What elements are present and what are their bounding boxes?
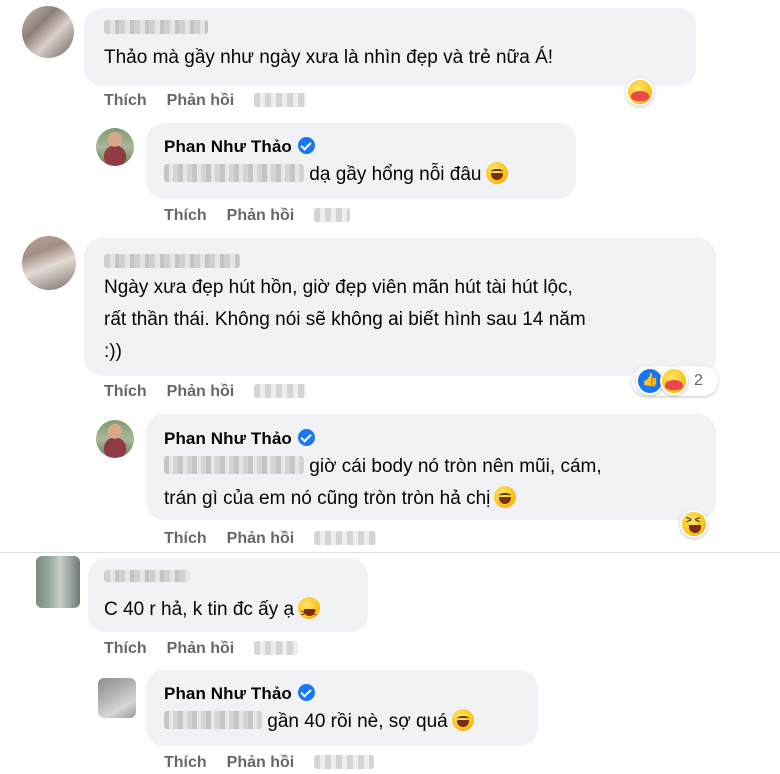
reply-link[interactable]: Phản hồi (227, 530, 295, 547)
haha-reaction-icon[interactable] (680, 510, 708, 538)
comment-actions: Thích Phản hồi (104, 92, 326, 110)
like-link[interactable]: Thích (164, 207, 207, 224)
commenter-avatar[interactable] (22, 236, 76, 290)
reaction-count: 2 (694, 372, 703, 389)
commenter-name-blurred[interactable] (104, 20, 208, 34)
reply-text-line-1: giờ cái body nó tròn nên mũi, cám, (164, 453, 602, 481)
reply-text-line-2: trán gì của em nó cũng tròn tròn hả chị (164, 485, 517, 513)
like-link[interactable]: Thích (164, 754, 207, 771)
comment-actions: Thích Phản hồi (104, 640, 318, 658)
author-avatar[interactable] (96, 420, 134, 458)
like-link[interactable]: Thích (104, 640, 147, 657)
like-link[interactable]: Thích (164, 530, 207, 547)
reply-actions: Thích Phản hồi (164, 530, 396, 548)
author-avatar[interactable] (96, 128, 134, 166)
mention-blurred (164, 164, 304, 182)
timestamp-blurred[interactable] (254, 93, 307, 107)
laughing-emoji-icon (485, 162, 508, 184)
verified-badge-icon (297, 429, 315, 446)
reply-link[interactable]: Phản hồi (167, 383, 235, 400)
reply-text: dạ gầy hổng nỗi đâu (164, 161, 508, 189)
reply-text: gần 40 rồi nè, sợ quá (164, 708, 474, 736)
timestamp-blurred[interactable] (254, 384, 307, 398)
commenter-name-blurred[interactable] (104, 254, 240, 268)
laughing-emoji-icon (494, 486, 517, 508)
reply-link[interactable]: Phản hồi (227, 754, 295, 771)
timestamp-blurred[interactable] (314, 531, 377, 545)
like-link[interactable]: Thích (104, 383, 147, 400)
care-reaction-icon[interactable] (626, 78, 654, 106)
reply-actions: Thích Phản hồi (164, 207, 370, 225)
laughing-emoji-icon (451, 709, 474, 731)
comment-text-line-1: Ngày xưa đẹp hút hồn, giờ đẹp viên mãn h… (104, 277, 573, 298)
reply-link[interactable]: Phản hồi (167, 92, 235, 109)
comment-text: Thảo mà gầy như ngày xưa là nhìn đẹp và … (104, 47, 554, 68)
verified-badge-icon (297, 137, 315, 154)
commenter-name-blurred[interactable] (104, 570, 190, 582)
reply-link[interactable]: Phản hồi (227, 207, 295, 224)
reply-author-name[interactable]: Phan Như Thảo (164, 684, 315, 704)
comment-text-line-2: rất thần thái. Không nói sẽ không ai biế… (104, 309, 586, 330)
author-avatar[interactable] (98, 678, 136, 718)
timestamp-blurred[interactable] (314, 208, 351, 222)
reply-link[interactable]: Phản hồi (167, 640, 235, 657)
commenter-avatar[interactable] (36, 556, 80, 608)
mention-blurred (164, 711, 262, 729)
comment-actions: Thích Phản hồi (104, 383, 326, 401)
verified-badge-icon (297, 684, 315, 701)
comment-text-line-3: :)) (104, 341, 122, 362)
divider (0, 552, 780, 553)
reply-author-name[interactable]: Phan Như Thảo (164, 429, 315, 449)
reply-actions: Thích Phản hồi (164, 754, 394, 772)
commenter-avatar[interactable] (22, 6, 74, 58)
mention-blurred (164, 456, 304, 474)
care-reaction-icon (660, 367, 688, 395)
squinting-laugh-emoji-icon (298, 597, 321, 627)
reply-author-name[interactable]: Phan Như Thảo (164, 137, 315, 157)
like-link[interactable]: Thích (104, 92, 147, 109)
comment-text: C 40 r hả, k tin đc ấy ạ (104, 596, 321, 627)
timestamp-blurred[interactable] (314, 755, 375, 769)
timestamp-blurred[interactable] (254, 641, 299, 655)
